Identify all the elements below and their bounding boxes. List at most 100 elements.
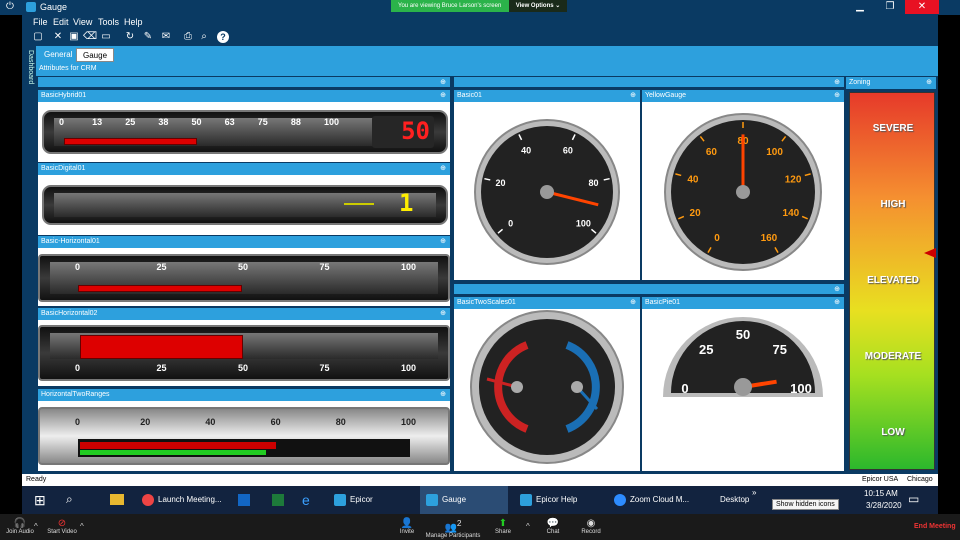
outlook-icon[interactable] [238,494,250,506]
save-icon[interactable]: ▣ [68,31,80,43]
task-zoom[interactable]: Zoom Cloud M... [608,486,700,514]
share-caret-icon[interactable]: ^ [526,522,530,531]
panel-title: BasicTwoScales01 [457,299,516,306]
participants-button[interactable]: 👥2 Manage Participants [424,518,482,539]
menu-view[interactable]: View [73,17,92,27]
zoom-icon [614,494,626,506]
menu-file[interactable]: File [33,17,48,27]
participants-icon: 👥2 [444,518,462,534]
pin-icon[interactable]: ⊕ [440,163,446,175]
file-explorer-icon[interactable] [110,494,124,505]
maximize-button[interactable]: ❐ [875,0,905,14]
chevron-icon[interactable]: » [752,488,756,497]
clear-icon[interactable]: ⌫ [83,31,97,43]
pin-icon[interactable]: ⊕ [834,77,840,89]
join-audio-button[interactable]: 🎧 Join Audio [2,518,38,535]
start-video-button[interactable]: ⊘ Start Video [44,518,80,535]
headphones-icon: 🎧 [13,518,27,529]
pie-gauge: 0 25 50 75 100 [663,317,823,397]
pin-icon[interactable]: ⊕ [834,297,840,309]
tworanges-tick-label: 80 [335,417,346,427]
pin-icon[interactable]: ⊕ [440,90,446,102]
tworanges-tick-label: 100 [401,417,417,427]
panel-yellow: 020406080100120140160 [642,102,844,280]
yellow-gauge: 020406080100120140160 [664,113,822,271]
panel-horizontal02: 0 25 50 75 100 [38,320,450,386]
horizontal01-tick-label: 25 [156,262,167,272]
search-icon[interactable]: ⌕ [66,492,73,507]
dial-hub [736,185,750,199]
notification-icon[interactable]: ▭ [908,492,919,506]
zone-low: LOW [881,427,905,438]
dial-tick-label: 120 [785,175,802,186]
menu-edit[interactable]: Edit [53,17,69,27]
control-label: Manage Participants [425,533,481,540]
brush-icon[interactable]: ✎ [142,31,154,43]
task-gauge[interactable]: Gauge [420,486,508,514]
preview-icon[interactable]: ⌕ [198,31,210,43]
desktop-toolbar[interactable]: Desktop [720,495,749,504]
window-title: Gauge [40,2,68,12]
pin-icon[interactable]: ⊕ [926,77,932,89]
panel-basic01: 0 20 40 60 80 100 [454,102,640,280]
share-button[interactable]: ⬆ Share [492,518,514,535]
view-options-button[interactable]: View Options ⌄ [509,0,567,12]
zoom-power-icon[interactable]: ⏻ [6,1,14,12]
pin-icon[interactable]: ⊕ [834,284,840,296]
attach-icon[interactable]: ✉ [160,31,172,43]
chat-button[interactable]: 💬 Chat [542,518,564,535]
menu-bar: File Edit View Tools Help [22,15,938,29]
clock-time[interactable]: 10:15 AM [864,489,898,498]
zone-severe: SEVERE [872,123,914,134]
ie-icon[interactable]: e [302,492,310,508]
invite-button[interactable]: 👤 Invite [394,518,420,535]
windows-start-icon[interactable]: ⊞ [34,492,46,509]
dashboard-rail[interactable]: Dashboard [22,46,36,486]
tworanges-gauge: 0 20 40 60 80 100 [38,407,450,465]
pin-icon[interactable]: ⊕ [834,90,840,102]
menu-help[interactable]: Help [124,17,143,27]
dial-tick-label: 140 [783,208,800,219]
video-caret-icon[interactable]: ^ [80,522,84,531]
audio-caret-icon[interactable]: ^ [34,522,38,531]
hybrid-tick-label: 25 [125,117,136,127]
print-icon[interactable]: ⎙ [182,31,194,43]
pin-icon[interactable]: ⊕ [630,297,636,309]
dial-tick-label: 60 [563,145,573,155]
end-meeting-button[interactable]: End Meeting [914,523,956,530]
pin-icon[interactable]: ⊕ [440,308,446,320]
task-epicor[interactable]: Epicor [328,486,416,514]
control-label: Join Audio [6,529,34,535]
hybrid-tick-label: 75 [257,117,268,127]
panel-header-zoning: Zoning ⊕ [846,77,936,89]
help-icon[interactable]: ? [217,31,229,43]
pin-icon[interactable]: ⊕ [440,236,446,248]
panel-title: YellowGauge [645,92,686,99]
minimize-button[interactable]: ▁ [845,0,875,14]
task-epicor-help[interactable]: Epicor Help [514,486,598,514]
task-launch-meeting[interactable]: Launch Meeting... [136,486,228,514]
dial-tick-label: 80 [588,178,598,188]
tab-gauge[interactable]: Gauge [76,48,115,62]
menu-tools[interactable]: Tools [98,17,119,27]
tab-bar: General Gauge [36,46,938,62]
pin-icon[interactable]: ⊕ [440,77,446,89]
pin-icon[interactable]: ⊕ [440,389,446,401]
clock-date[interactable]: 3/28/2020 [866,501,902,510]
pin-icon[interactable]: ⊕ [630,90,636,102]
refresh-icon[interactable]: ↻ [124,31,136,43]
zoom-controls: 🎧 Join Audio ^ ⊘ Start Video ^ 👤 Invite 👥2 M… [0,514,960,540]
new-icon[interactable]: ▢ [32,31,44,43]
notes-icon[interactable]: ▭ [100,31,112,43]
tab-general[interactable]: General [38,48,78,62]
close-button[interactable]: ✕ [905,0,939,14]
hybrid-tick-label: 88 [290,117,301,127]
horizontal02-tick-label: 0 [75,363,81,373]
hybrid-gauge: 0 13 25 38 50 63 75 88 100 50 [42,110,448,154]
left-hub [511,381,523,393]
excel-icon[interactable] [272,494,284,506]
hybrid-tick-label: 38 [158,117,169,127]
delete-icon[interactable]: ✕ [52,31,64,43]
record-button[interactable]: ◉ Record [578,518,604,535]
horizontal02-tick-label: 25 [156,363,167,373]
